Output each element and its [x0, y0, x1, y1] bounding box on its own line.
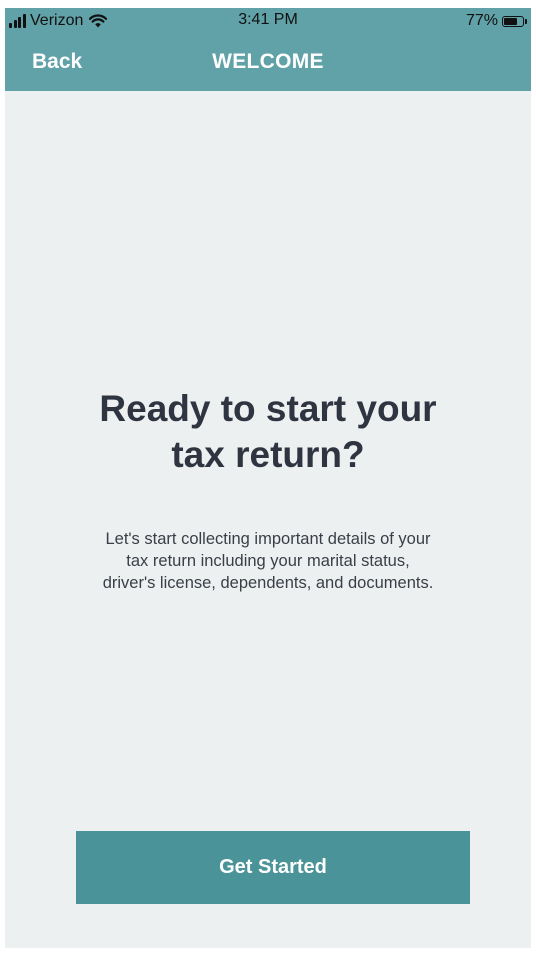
- description-line-1: Let's start collecting important details…: [105, 530, 431, 548]
- page-headline: Ready to start your tax return?: [45, 386, 491, 478]
- headline-line-2: tax return?: [171, 434, 365, 475]
- nav-bar: Back WELCOME: [5, 46, 531, 80]
- app-screen: Verizon 3:41 PM 77% Back WELCOME Ready t…: [5, 8, 531, 948]
- welcome-content: Ready to start your tax return? Let's st…: [5, 91, 531, 948]
- get-started-button[interactable]: Get Started: [76, 831, 470, 904]
- battery-cap: [525, 18, 527, 24]
- headline-line-1: Ready to start your: [99, 388, 437, 429]
- header: Verizon 3:41 PM 77% Back WELCOME: [5, 8, 531, 91]
- battery-icon: [502, 15, 524, 27]
- status-right: 77%: [466, 11, 527, 31]
- nav-title: WELCOME: [212, 50, 324, 73]
- battery-percent: 77%: [465, 12, 498, 29]
- page-description: Let's start collecting important details…: [63, 528, 473, 594]
- description-line-3: driver's license, dependents, and docume…: [102, 574, 434, 592]
- battery-fill: [504, 17, 518, 25]
- status-time: 3:41 PM: [238, 11, 298, 28]
- status-bar: Verizon 3:41 PM 77%: [5, 8, 531, 34]
- description-line-2: tax return including your marital status…: [126, 552, 410, 570]
